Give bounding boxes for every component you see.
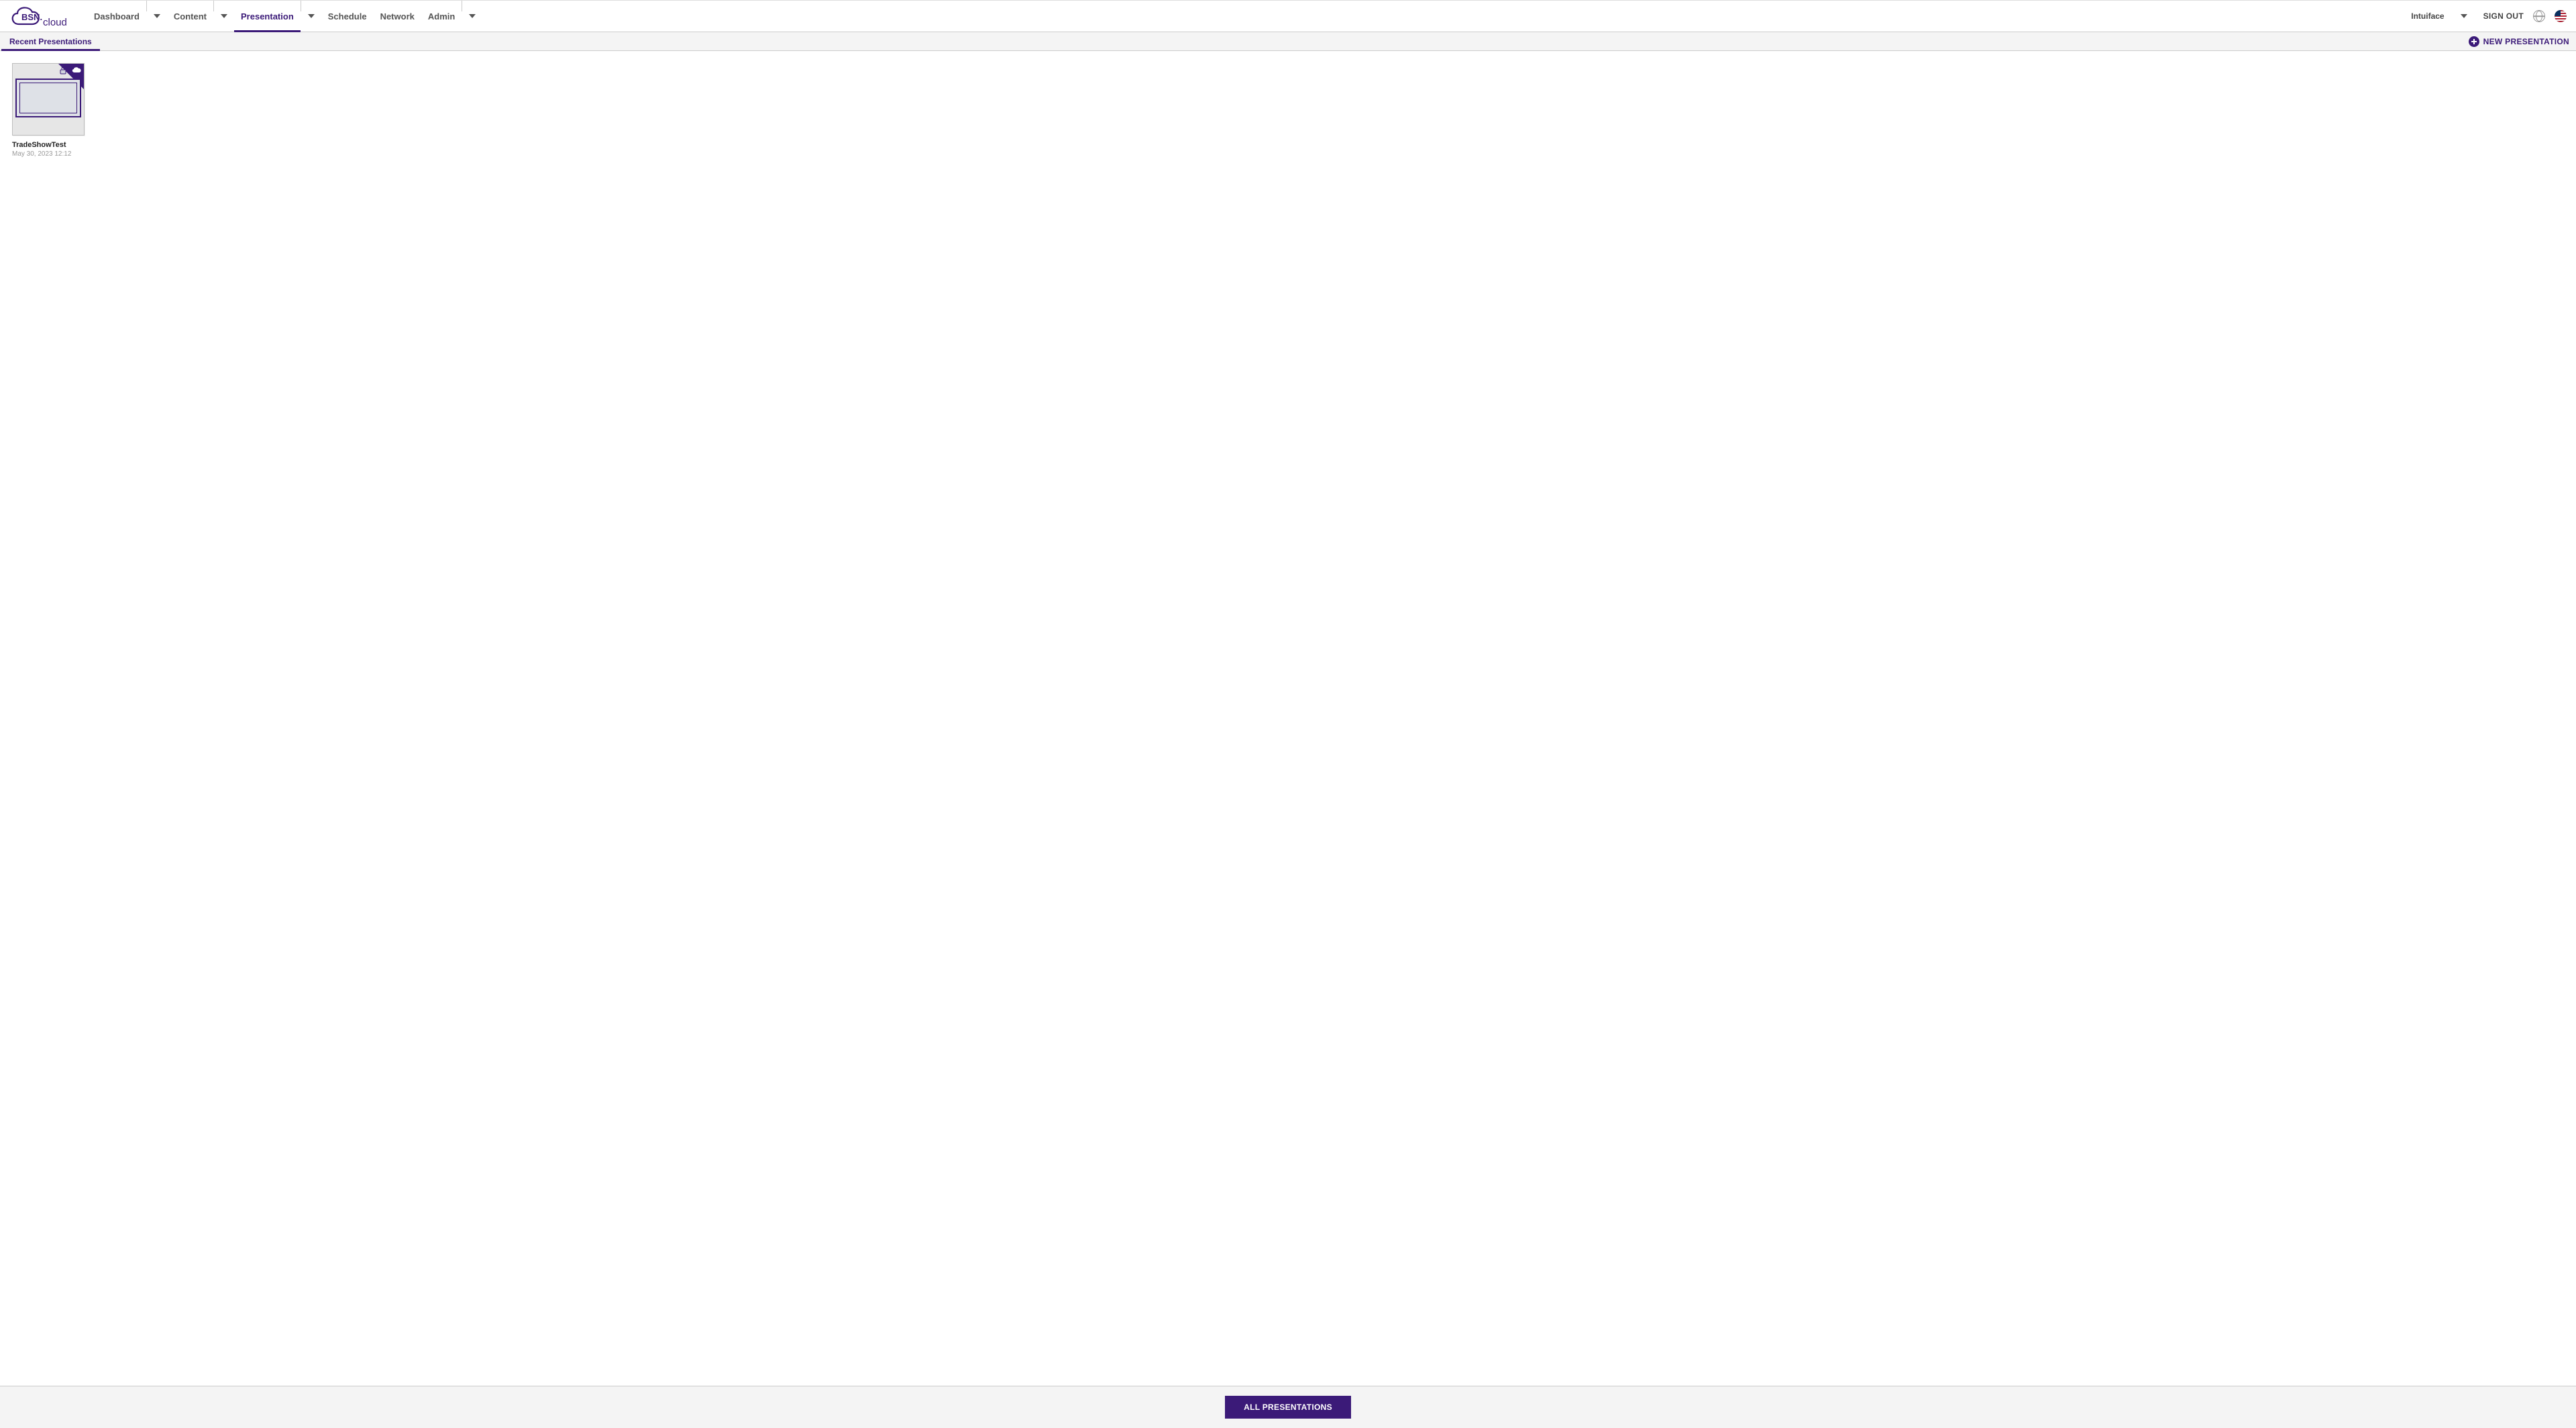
subtab-active-indicator: [1, 49, 100, 51]
nav-dropdown-dashboard[interactable]: [147, 1, 167, 32]
chevron-down-icon: [154, 14, 160, 18]
user-menu-caret[interactable]: [2454, 14, 2474, 18]
nav-link-schedule[interactable]: Schedule: [321, 1, 374, 32]
header-right: Intuiface SIGN OUT: [2411, 1, 2576, 32]
chevron-down-icon: [2461, 14, 2467, 18]
nav-item-network: Network: [374, 1, 421, 32]
bsn-cloud-logo-icon: BSN. cloud: [7, 3, 74, 30]
user-name[interactable]: Intuiface: [2411, 11, 2444, 21]
chevron-down-icon: [308, 14, 315, 18]
nav-item-content: Content: [167, 1, 213, 32]
nav-dropdown-content[interactable]: [214, 1, 234, 32]
new-presentation-label: NEW PRESENTATION: [2483, 37, 2569, 46]
svg-text:BSN.: BSN.: [21, 12, 42, 22]
presentation-card: TradeShowTestMay 30, 2023 12:12: [12, 63, 85, 158]
presentation-thumbnail[interactable]: [12, 63, 85, 136]
presentation-title: TradeShowTest: [12, 141, 85, 149]
nav-link-network[interactable]: Network: [374, 1, 421, 32]
nav-link-admin[interactable]: Admin: [421, 1, 462, 32]
main-nav: Dashboard Content Presentation ScheduleNetw…: [87, 1, 482, 32]
main-header: BSN. cloud Dashboard Content Presentation S…: [0, 0, 2576, 32]
nav-dropdown-presentation[interactable]: [301, 1, 321, 32]
nav-dropdown-admin[interactable]: [462, 1, 482, 32]
nav-item-presentation: Presentation: [234, 1, 301, 32]
brand-logo[interactable]: BSN. cloud: [0, 1, 87, 32]
nav-item-dashboard: Dashboard: [87, 1, 146, 32]
nav-item-schedule: Schedule: [321, 1, 374, 32]
presentation-date: May 30, 2023 12:12: [12, 150, 85, 158]
svg-text:cloud: cloud: [43, 17, 67, 28]
subtab-label: Recent Presentations: [9, 37, 92, 46]
nav-link-dashboard[interactable]: Dashboard: [87, 1, 146, 32]
nav-active-indicator: [234, 30, 301, 32]
lock-icon: [60, 66, 66, 74]
us-flag-icon[interactable]: [2555, 10, 2567, 22]
globe-icon[interactable]: [2533, 10, 2545, 22]
footer-bar: ALL PRESENTATIONS: [0, 1386, 2576, 1428]
nav-link-presentation[interactable]: Presentation: [234, 1, 301, 32]
thumbnail-preview: [15, 79, 81, 117]
nav-link-content[interactable]: Content: [167, 1, 213, 32]
nav-item-admin: Admin: [421, 1, 462, 32]
main-content: TradeShowTestMay 30, 2023 12:12: [0, 51, 2576, 1386]
cloud-icon: [71, 66, 82, 74]
chevron-down-icon: [469, 14, 476, 18]
signout-link[interactable]: SIGN OUT: [2483, 11, 2524, 21]
plus-circle-icon: [2469, 36, 2479, 47]
new-presentation-button[interactable]: NEW PRESENTATION: [2469, 36, 2569, 47]
subtab-recent-presentations[interactable]: Recent Presentations: [7, 32, 95, 50]
presentation-grid: TradeShowTestMay 30, 2023 12:12: [12, 63, 2564, 158]
sub-header: Recent Presentations NEW PRESENTATION: [0, 32, 2576, 51]
chevron-down-icon: [221, 14, 227, 18]
all-presentations-button[interactable]: ALL PRESENTATIONS: [1225, 1396, 1351, 1419]
